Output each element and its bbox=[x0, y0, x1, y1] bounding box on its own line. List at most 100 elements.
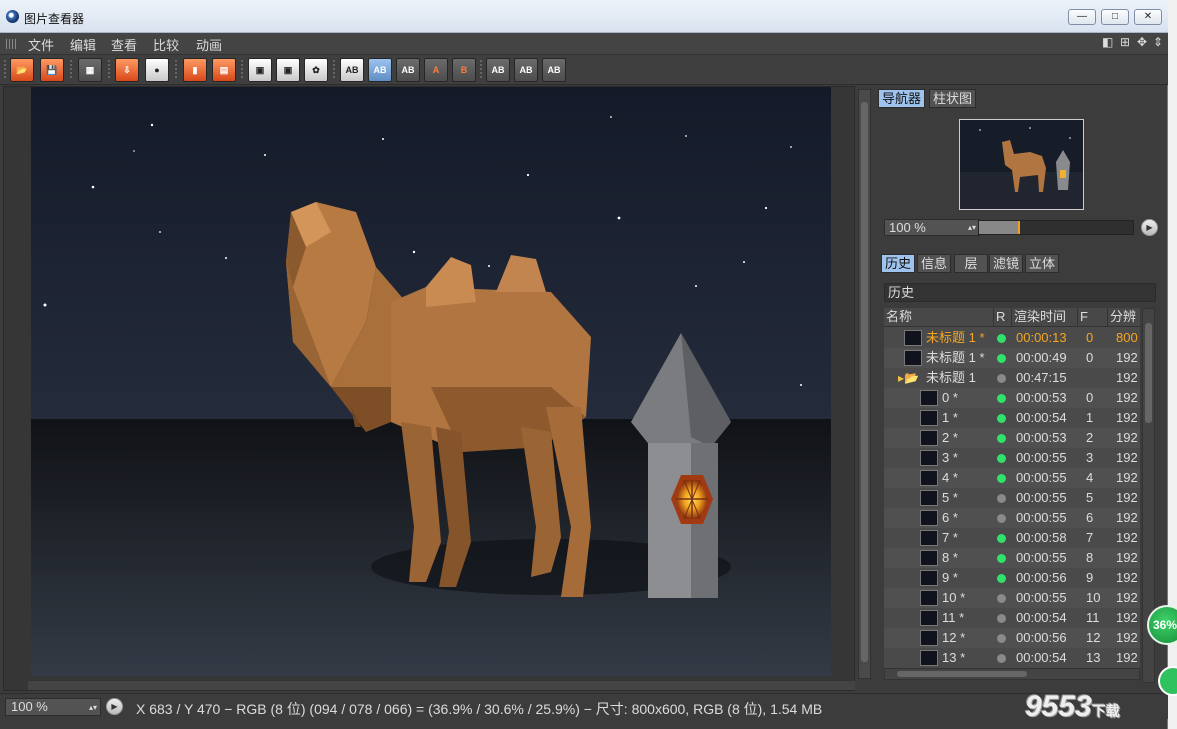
navigator-zoom-field[interactable]: 100 % ▴▾ bbox=[884, 219, 980, 236]
tab-histogram[interactable]: 柱状图 bbox=[929, 89, 977, 108]
history-row[interactable]: ▸📂 未标题 1 00:47:15 192 bbox=[884, 368, 1140, 388]
spinner-icon[interactable]: ▴▾ bbox=[89, 700, 97, 716]
grid-ab-icon[interactable]: AB bbox=[542, 58, 566, 82]
status-play-button[interactable]: ▶ bbox=[106, 698, 123, 715]
history-row[interactable]: 未标题 1 * 00:00:13 0 800 bbox=[884, 328, 1140, 348]
history-row[interactable]: 7 * 00:00:58 7 192 bbox=[884, 528, 1140, 548]
ab-split-icon[interactable]: AB bbox=[368, 58, 392, 82]
history-row-render-time: 00:00:54 bbox=[1016, 610, 1067, 625]
viewport-vertical-scrollbar[interactable] bbox=[858, 89, 871, 679]
resize-vertical-icon[interactable]: ⇕ bbox=[1153, 35, 1163, 49]
film-strip-icon[interactable]: ▦ bbox=[78, 58, 102, 82]
layout-grid-icon[interactable]: ⊞ bbox=[1120, 35, 1130, 49]
history-row-render-time: 00:00:54 bbox=[1016, 650, 1067, 665]
history-row[interactable]: 4 * 00:00:55 4 192 bbox=[884, 468, 1140, 488]
col-resolution[interactable]: 分辨 bbox=[1108, 308, 1140, 327]
history-row[interactable]: 8 * 00:00:55 8 192 bbox=[884, 548, 1140, 568]
scroll-thumb[interactable] bbox=[861, 102, 868, 662]
history-row[interactable]: 10 * 00:00:55 10 192 bbox=[884, 588, 1140, 608]
history-horizontal-scrollbar[interactable] bbox=[884, 668, 1140, 680]
history-row[interactable]: 0 * 00:00:53 0 192 bbox=[884, 388, 1140, 408]
history-row-resolution: 192 bbox=[1116, 630, 1138, 645]
tab-info[interactable]: 信息 bbox=[917, 254, 952, 273]
folder-icon[interactable]: ▸📂 bbox=[898, 368, 919, 388]
tab-stereo[interactable]: 立体 bbox=[1025, 254, 1060, 273]
render-status-dot bbox=[997, 374, 1006, 383]
app-logo-icon bbox=[6, 10, 19, 23]
history-row[interactable]: 13 * 00:00:54 13 192 bbox=[884, 648, 1140, 668]
spinner-icon[interactable]: ▴▾ bbox=[968, 220, 976, 235]
menu-compare[interactable]: 比较 bbox=[153, 35, 179, 54]
tab-history[interactable]: 历史 bbox=[881, 254, 916, 273]
history-row-frame: 7 bbox=[1086, 530, 1094, 545]
navigator-zoom-slider[interactable] bbox=[978, 220, 1134, 235]
status-zoom-field[interactable]: 100 % ▴▾ bbox=[5, 698, 101, 716]
render-status-dot bbox=[997, 654, 1006, 663]
col-r[interactable]: R bbox=[994, 308, 1012, 327]
history-row[interactable]: 未标题 1 * 00:00:49 0 192 bbox=[884, 348, 1140, 368]
history-row[interactable]: 11 * 00:00:54 11 192 bbox=[884, 608, 1140, 628]
history-row-frame: 0 bbox=[1086, 390, 1094, 405]
history-row[interactable]: 3 * 00:00:55 3 192 bbox=[884, 448, 1140, 468]
menu-view[interactable]: 查看 bbox=[111, 35, 137, 54]
save-file-icon[interactable]: 💾 bbox=[40, 58, 64, 82]
history-row[interactable]: 9 * 00:00:56 9 192 bbox=[884, 568, 1140, 588]
history-row[interactable]: 12 * 00:00:56 12 192 bbox=[884, 628, 1140, 648]
set-b-icon[interactable]: B bbox=[452, 58, 476, 82]
render-thumbnail bbox=[904, 350, 922, 366]
history-row[interactable]: 5 * 00:00:55 5 192 bbox=[884, 488, 1140, 508]
channels-icon[interactable]: ✿ bbox=[304, 58, 328, 82]
render-thumbnail bbox=[920, 650, 938, 666]
maximize-button[interactable]: □ bbox=[1101, 9, 1129, 25]
viewport-horizontal-scrollbar[interactable] bbox=[28, 680, 855, 690]
render-status-dot bbox=[997, 474, 1006, 483]
navigator-thumbnail[interactable] bbox=[959, 119, 1084, 210]
toolbar: 📂 💾 ▦ ⇩ ● ▮ ▤ ▣ ▣ ✿ AB AB AB A B AB AB A… bbox=[0, 55, 1168, 85]
tab-layers[interactable]: 层 bbox=[954, 254, 988, 273]
history-row[interactable]: 1 * 00:00:54 1 192 bbox=[884, 408, 1140, 428]
scroll-thumb[interactable] bbox=[897, 671, 1027, 677]
image-viewport[interactable] bbox=[3, 86, 855, 691]
history-row-frame: 9 bbox=[1086, 570, 1094, 585]
col-name[interactable]: 名称 bbox=[884, 308, 994, 327]
minimize-button[interactable]: — bbox=[1068, 9, 1096, 25]
grip-handle-icon[interactable] bbox=[6, 39, 18, 49]
tab-filters[interactable]: 滤镜 bbox=[989, 254, 1024, 273]
history-row-frame: 4 bbox=[1086, 470, 1094, 485]
title-bar[interactable]: 图片查看器 — □ ✕ bbox=[0, 0, 1168, 33]
ab-overlay-icon[interactable]: AB bbox=[396, 58, 420, 82]
toolbar-separator bbox=[175, 60, 177, 80]
history-row-frame: 12 bbox=[1086, 630, 1101, 645]
history-row-render-time: 00:00:49 bbox=[1016, 350, 1067, 365]
user-import-icon[interactable]: ● bbox=[145, 58, 169, 82]
slider-handle[interactable] bbox=[1018, 221, 1020, 234]
move-arrows-icon[interactable]: ✥ bbox=[1137, 35, 1147, 49]
render-status-dot bbox=[997, 494, 1006, 503]
delete-image-icon[interactable]: ▮ bbox=[183, 58, 207, 82]
swap-ab-icon[interactable]: AB bbox=[486, 58, 510, 82]
menu-edit[interactable]: 编辑 bbox=[70, 35, 96, 54]
region-render-icon[interactable]: ▣ bbox=[248, 58, 272, 82]
layout-panel-icon[interactable]: ◧ bbox=[1102, 35, 1113, 49]
menu-file[interactable]: 文件 bbox=[28, 35, 54, 54]
history-row-resolution: 192 bbox=[1116, 490, 1138, 505]
render-thumbnail bbox=[904, 330, 922, 346]
close-button[interactable]: ✕ bbox=[1134, 9, 1162, 25]
history-row[interactable]: 6 * 00:00:55 6 192 bbox=[884, 508, 1140, 528]
site-watermark: 9553下载 bbox=[1025, 690, 1120, 723]
navigator-play-button[interactable]: ▶ bbox=[1141, 219, 1158, 236]
col-frame[interactable]: F bbox=[1078, 308, 1108, 327]
diff-ab-icon[interactable]: AB bbox=[514, 58, 538, 82]
region-copy-icon[interactable]: ▣ bbox=[276, 58, 300, 82]
ab-compare-icon[interactable]: AB bbox=[340, 58, 364, 82]
menu-animation[interactable]: 动画 bbox=[196, 35, 222, 54]
export-icon[interactable]: ⇩ bbox=[115, 58, 139, 82]
history-row[interactable]: 2 * 00:00:53 2 192 bbox=[884, 428, 1140, 448]
toolbar-separator bbox=[108, 60, 110, 80]
scroll-thumb[interactable] bbox=[1145, 323, 1152, 423]
delete-all-icon[interactable]: ▤ bbox=[212, 58, 236, 82]
tab-navigator[interactable]: 导航器 bbox=[878, 89, 926, 108]
open-file-icon[interactable]: 📂 bbox=[10, 58, 34, 82]
col-render-time[interactable]: 渲染时间 bbox=[1012, 308, 1078, 327]
set-a-icon[interactable]: A bbox=[424, 58, 448, 82]
